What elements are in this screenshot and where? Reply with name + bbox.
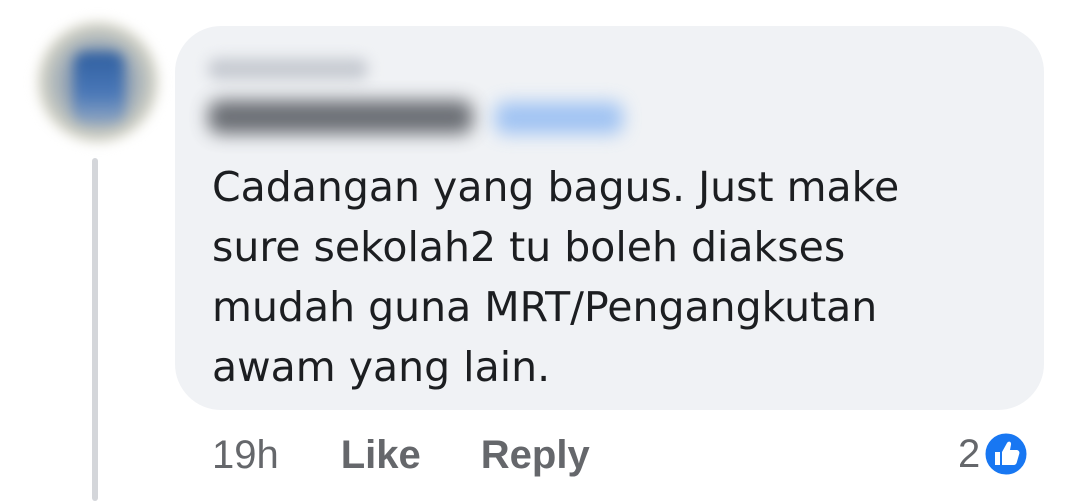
reply-button[interactable]: Reply	[481, 433, 590, 478]
thread-line	[92, 158, 98, 501]
like-button[interactable]: Like	[341, 433, 421, 478]
comment-text-line: sure sekolah2 tu boleh diakses	[212, 223, 846, 271]
comment: Cadangan yang bagus. Just make sure seko…	[0, 0, 1080, 501]
comment-actions: 19h Like Reply	[212, 430, 590, 480]
comment-text: Cadangan yang bagus. Just make sure seko…	[212, 157, 1012, 397]
comment-timestamp[interactable]: 19h	[212, 433, 279, 478]
author-badge-blurred	[208, 58, 368, 80]
follow-link-blurred[interactable]	[495, 102, 623, 134]
avatar-image	[74, 52, 124, 122]
author-name-blurred[interactable]	[208, 100, 473, 134]
reaction-count: 2	[958, 431, 981, 476]
comment-text-line: Cadangan yang bagus. Just make	[212, 163, 900, 211]
comment-text-line: awam yang lain.	[212, 343, 551, 391]
thumbs-up-icon	[982, 430, 1030, 478]
comment-text-line: mudah guna MRT/Pengangkutan	[212, 283, 878, 331]
reaction-summary[interactable]: 2	[958, 428, 1030, 480]
